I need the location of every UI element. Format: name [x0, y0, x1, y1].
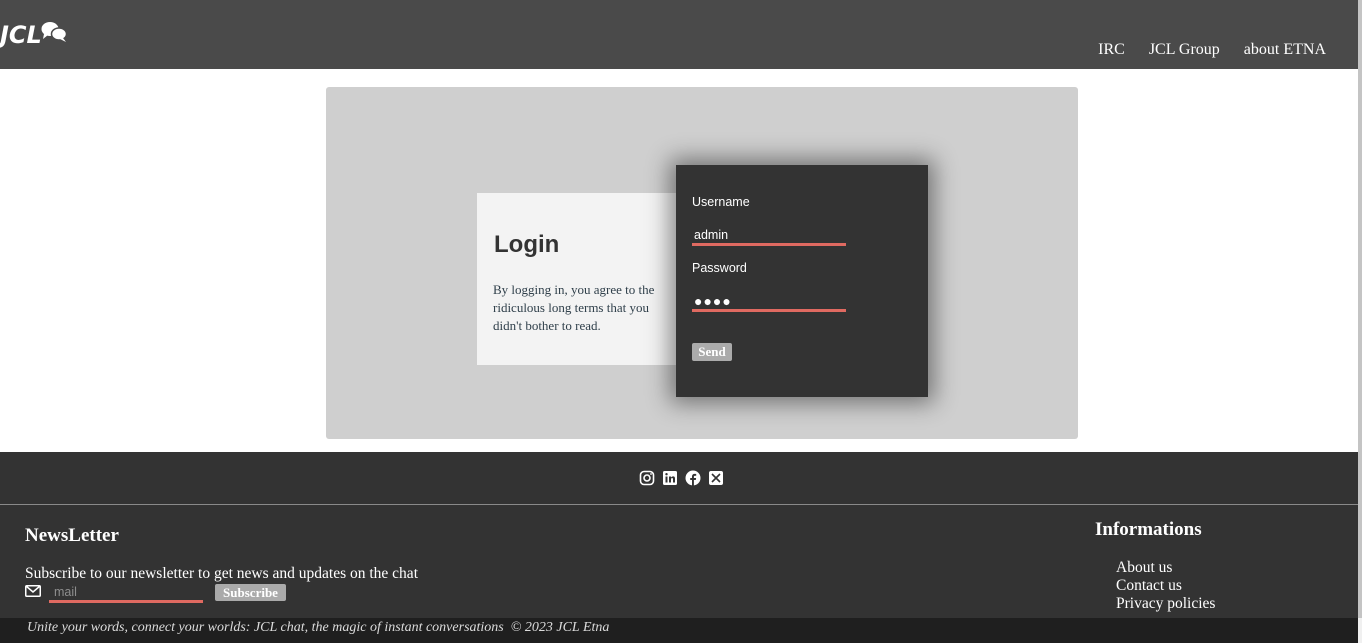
- logo-text: JCL: [0, 21, 42, 49]
- nav-link-about-etna[interactable]: about ETNA: [1244, 40, 1326, 60]
- subscribe-button[interactable]: Subscribe: [215, 584, 286, 601]
- facebook-icon[interactable]: [685, 470, 701, 486]
- main-nav: IRC JCL Group about ETNA: [1098, 40, 1326, 60]
- copyright-bar: Unite your words, connect your worlds: J…: [0, 618, 1358, 643]
- newsletter-title: NewsLetter: [25, 525, 119, 546]
- x-icon[interactable]: [708, 470, 724, 486]
- tagline-copyright: Unite your words, connect your worlds: J…: [27, 620, 610, 635]
- informations-title: Informations: [1095, 519, 1202, 540]
- username-field[interactable]: admin: [692, 226, 846, 246]
- terms-text: By logging in, you agree to the ridiculo…: [493, 282, 655, 333]
- site-logo[interactable]: JCL: [0, 18, 68, 52]
- page-title: Login: [494, 231, 560, 258]
- linkedin-icon[interactable]: [662, 470, 678, 486]
- page-scrollbar[interactable]: [1358, 0, 1362, 643]
- contact-us-link[interactable]: Contact us: [1116, 577, 1215, 595]
- social-links: [639, 470, 724, 486]
- login-intro-card: Login By logging in, you agree to the ri…: [477, 193, 682, 365]
- instagram-icon[interactable]: [639, 470, 655, 486]
- envelope-icon: [25, 584, 41, 597]
- nav-link-jcl-group[interactable]: JCL Group: [1149, 40, 1220, 60]
- scrollbar-thumb[interactable]: [1358, 0, 1362, 618]
- about-us-link[interactable]: About us: [1116, 559, 1215, 577]
- nav-link-irc[interactable]: IRC: [1098, 40, 1125, 60]
- username-label: Username: [692, 195, 750, 209]
- login-form: Username admin Password ●●●● Send: [676, 165, 928, 397]
- password-label: Password: [692, 261, 747, 275]
- newsletter-text: Subscribe to our newsletter to get news …: [25, 565, 418, 582]
- chat-bubbles-icon: [40, 20, 68, 44]
- footer-divider: [0, 504, 1358, 505]
- site-header: JCL IRC JCL Group about ETNA: [0, 0, 1358, 69]
- privacy-policies-link[interactable]: Privacy policies: [1116, 595, 1215, 613]
- newsletter-email-field[interactable]: [49, 584, 203, 603]
- password-field[interactable]: ●●●●: [692, 292, 846, 312]
- informations-links: About us Contact us Privacy policies: [1116, 559, 1215, 613]
- send-button[interactable]: Send: [692, 343, 732, 361]
- site-footer: NewsLetter Subscribe to our newsletter t…: [0, 452, 1358, 643]
